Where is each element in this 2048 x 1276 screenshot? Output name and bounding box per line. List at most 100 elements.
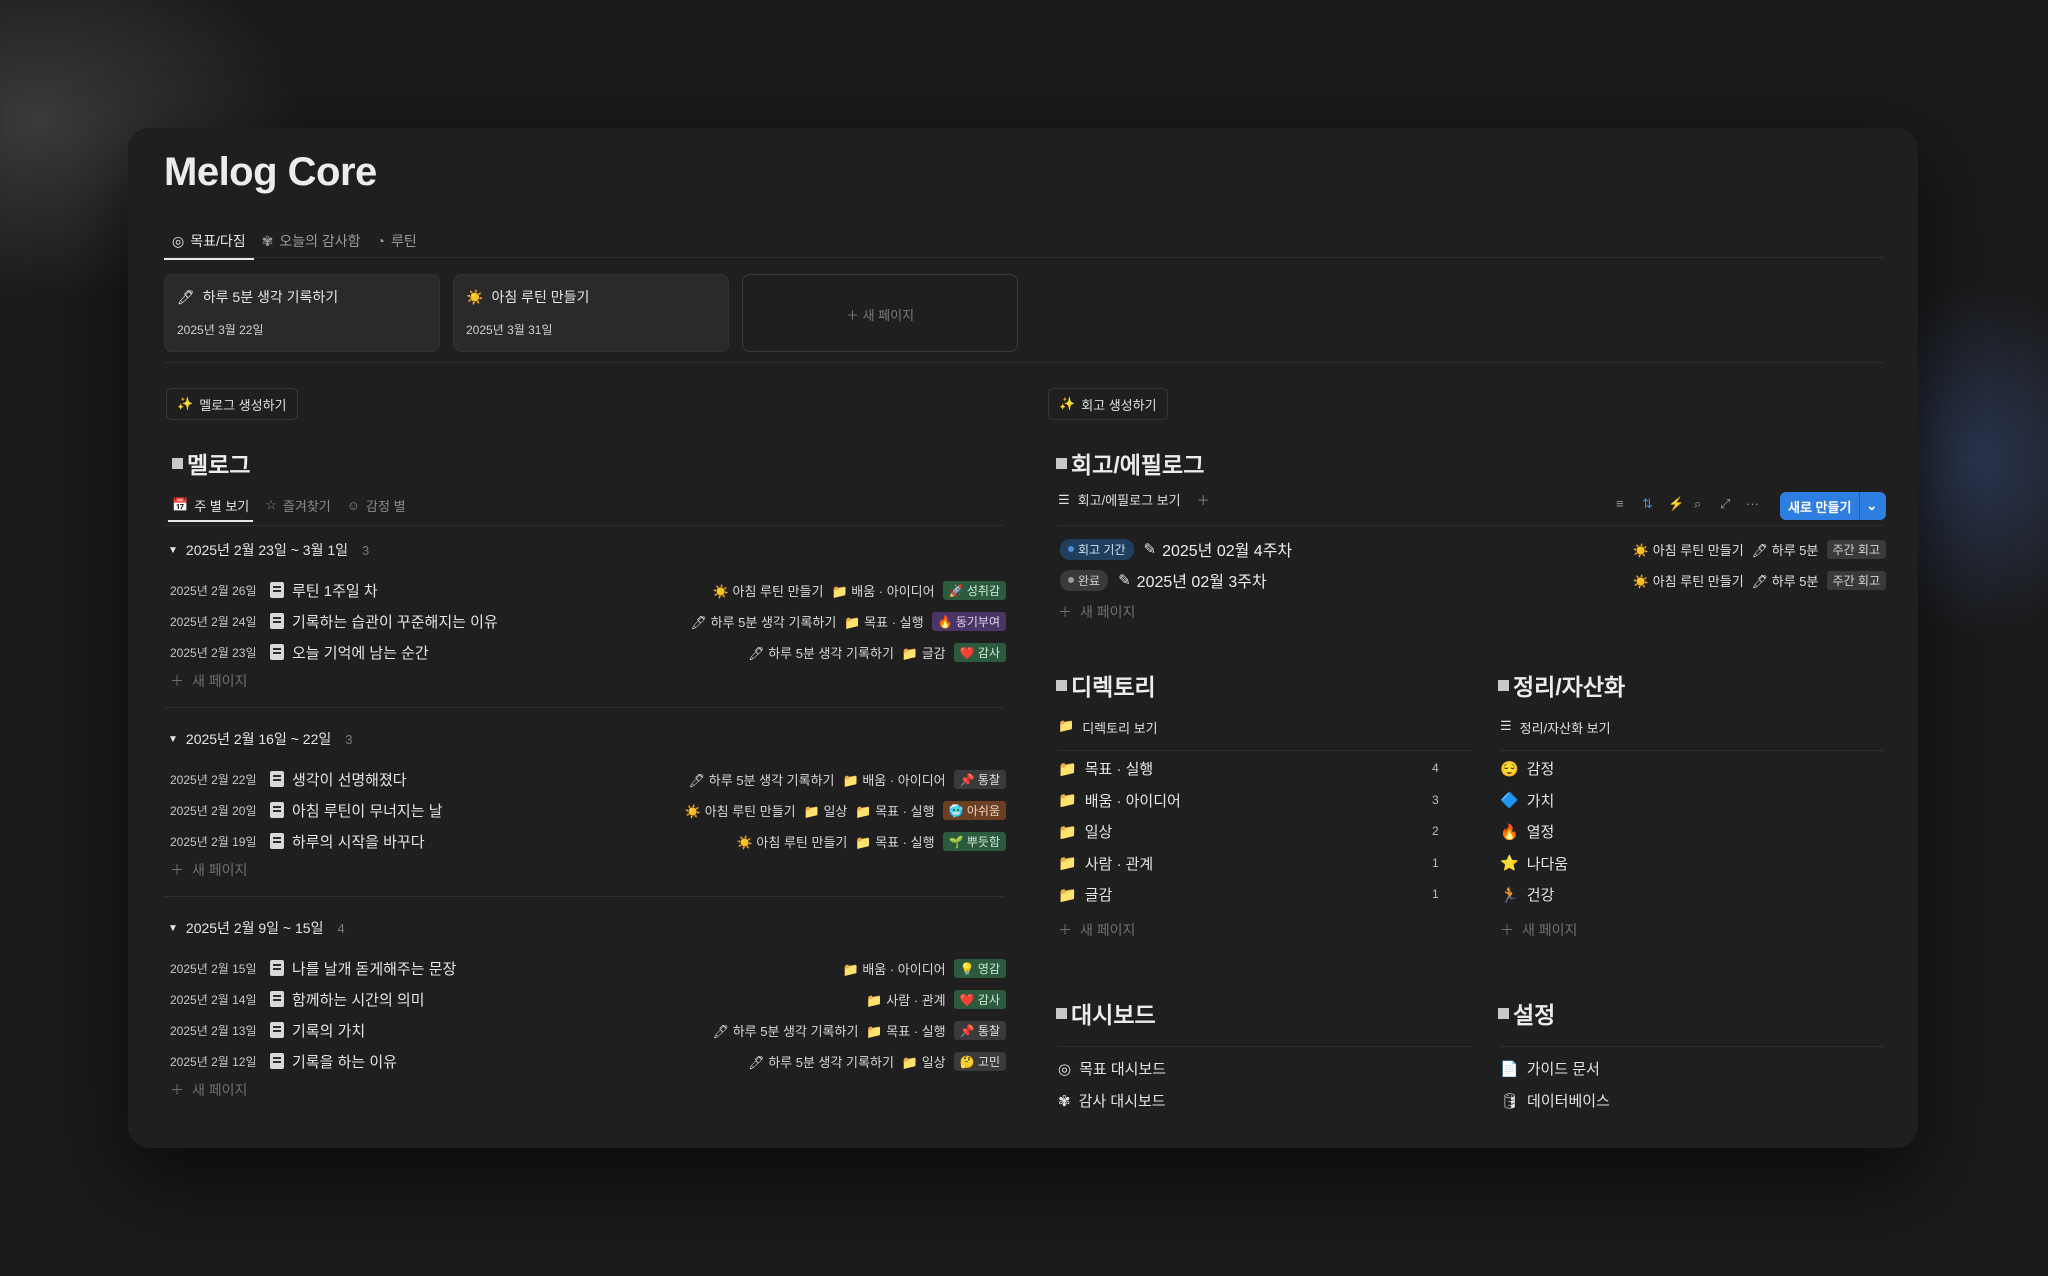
- directory-view-tab[interactable]: 📁 디렉토리 보기: [1058, 718, 1158, 737]
- caret-down-icon[interactable]: ▼: [168, 734, 178, 745]
- table-row[interactable]: 2025년 2월 14일 함께하는 시간의 의미 📁 사람 · 관계 ❤️ 감사: [170, 985, 1006, 1013]
- directory-relation[interactable]: 📁 배움 · 아이디어: [831, 581, 934, 600]
- generate-retro-button[interactable]: ✨ 회고 생성하기: [1048, 388, 1168, 420]
- caret-down-icon[interactable]: ▼: [168, 923, 178, 934]
- emotion-tag: 💡 영감: [953, 958, 1006, 978]
- goal-card[interactable]: ☀️ 아침 루틴 만들기 2025년 3월 31일: [453, 274, 729, 352]
- directory-relation[interactable]: 📁 일상: [804, 801, 848, 820]
- caret-down-icon[interactable]: ▼: [168, 545, 178, 556]
- table-row[interactable]: 2025년 2월 23일 오늘 기억에 남는 순간 🖊 하루 5분 생각 기록하기 📁…: [170, 638, 1006, 666]
- more-icon[interactable]: ···: [1746, 496, 1759, 511]
- directory-relation[interactable]: 📁 일상: [902, 1052, 946, 1071]
- new-page-button[interactable]: ＋ 새 페이지: [170, 1080, 247, 1100]
- directory-item[interactable]: 📁 배움 · 아이디어: [1058, 790, 1181, 811]
- goal-relation[interactable]: 🖊 하루 5분: [1752, 571, 1819, 590]
- new-retro-button[interactable]: 새로 만들기 ⌄: [1780, 492, 1886, 520]
- directory-relation[interactable]: 📁 글감: [902, 643, 946, 662]
- goal-relation[interactable]: 🖊 하루 5분 생각 기록하기: [689, 770, 835, 789]
- new-page-button[interactable]: ＋ 새 페이지: [1500, 920, 1577, 940]
- directory-item[interactable]: 📁 글감: [1058, 884, 1112, 905]
- goal-relation[interactable]: ☀️ 아침 루틴 만들기: [1633, 571, 1744, 590]
- divider: [164, 896, 1004, 897]
- settings-link-guide[interactable]: 📄 가이드 문서: [1500, 1058, 1600, 1079]
- goal-relation[interactable]: 🖊 하루 5분: [1752, 540, 1819, 559]
- group-header[interactable]: ▼ 2025년 2월 16일 ~ 22일 3: [168, 729, 352, 749]
- view-tab-favorites[interactable]: ☆ 즐겨찾기: [261, 490, 335, 520]
- directory-item[interactable]: 📁 목표 · 실행: [1058, 758, 1153, 779]
- goal-card[interactable]: 🖊 하루 5분 생각 기록하기 2025년 3월 22일: [164, 274, 440, 352]
- add-view-icon[interactable]: ＋: [1197, 490, 1210, 509]
- new-page-button[interactable]: ＋ 새 페이지: [1058, 602, 1135, 622]
- row-title: 함께하는 시간의 의미: [292, 991, 425, 1009]
- table-row[interactable]: 회고 기간 ✎ 2025년 02월 4주차 ☀️ 아침 루틴 만들기 🖊 하루 5분 주간…: [1060, 536, 1886, 562]
- row-properties: ☀️ 아침 루틴 만들기 📁 목표 · 실행 🌱 뿌듯함: [737, 831, 1006, 851]
- goal-relation[interactable]: ☀️ 아침 루틴 만들기: [737, 832, 848, 851]
- asset-item[interactable]: 😌 감정: [1500, 758, 1554, 779]
- group-count: 4: [337, 920, 345, 936]
- plus-icon: ＋: [845, 308, 863, 323]
- routine-icon: ◔: [376, 233, 386, 249]
- goal-relation[interactable]: 🖊 하루 5분 생각 기록하기: [748, 1052, 894, 1071]
- page-icon: [270, 582, 284, 598]
- tab-routine[interactable]: ◔ 루틴: [369, 224, 425, 258]
- sort-icon[interactable]: ⇅: [1642, 496, 1653, 512]
- filter-icon[interactable]: ≡: [1616, 496, 1624, 511]
- new-page-label: 새 페이지: [192, 1082, 248, 1098]
- directory-relation[interactable]: 📁 배움 · 아이디어: [843, 770, 946, 789]
- page-icon: [270, 644, 284, 660]
- directory-item[interactable]: 📁 일상: [1058, 821, 1112, 842]
- goal-relation[interactable]: 🖊 하루 5분 생각 기록하기: [713, 1021, 859, 1040]
- row-properties: ☀️ 아침 루틴 만들기 📁 배움 · 아이디어 🚀 성취감: [713, 580, 1006, 600]
- tab-gratitude[interactable]: ✾ 오늘의 감사함: [254, 224, 369, 258]
- table-row[interactable]: 2025년 2월 24일 기록하는 습관이 꾸준해지는 이유 🖊 하루 5분 생각 …: [170, 607, 1006, 635]
- divider: [164, 257, 1884, 258]
- automation-icon[interactable]: ⚡: [1668, 496, 1684, 512]
- plus-icon: ＋: [1500, 922, 1514, 938]
- table-row[interactable]: 2025년 2월 12일 기록을 하는 이유 🖊 하루 5분 생각 기록하기 📁 일상…: [170, 1047, 1006, 1075]
- assets-view-tab[interactable]: ☰ 정리/자산화 보기: [1500, 718, 1611, 737]
- directory-relation[interactable]: 📁 사람 · 관계: [866, 990, 945, 1009]
- new-page-button[interactable]: ＋ 새 페이지: [1058, 920, 1135, 940]
- tab-goals[interactable]: ◎ 목표/다짐: [164, 224, 254, 260]
- asset-item[interactable]: 🏃 건강: [1500, 884, 1554, 905]
- goal-relation[interactable]: ☀️ 아침 루틴 만들기: [685, 801, 796, 820]
- directory-item[interactable]: 📁 사람 · 관계: [1058, 853, 1153, 874]
- new-page-button[interactable]: ＋ 새 페이지: [170, 860, 247, 880]
- folder-icon: 📁: [866, 1023, 887, 1039]
- table-row[interactable]: 완료 ✎ 2025년 02월 3주차 ☀️ 아침 루틴 만들기 🖊 하루 5분 주간 회고: [1060, 567, 1886, 593]
- asset-item[interactable]: 🔷 가치: [1500, 790, 1554, 811]
- emotion-tag: 🚀 성취감: [942, 580, 1006, 600]
- chevron-down-icon[interactable]: ⌄: [1859, 492, 1883, 520]
- new-goal-card[interactable]: ＋ 새 페이지: [742, 274, 1018, 352]
- asset-item[interactable]: 🔥 열정: [1500, 821, 1554, 842]
- new-page-button[interactable]: ＋ 새 페이지: [170, 671, 247, 691]
- dashboard-link-goals[interactable]: ◎ 목표 대시보드: [1058, 1058, 1166, 1079]
- group-header[interactable]: ▼ 2025년 2월 9일 ~ 15일 4: [168, 918, 345, 938]
- settings-link-database[interactable]: 🛢 데이터베이스: [1500, 1090, 1610, 1111]
- row-date: 2025년 2월 23일: [170, 645, 257, 660]
- goal-relation[interactable]: 🖊 하루 5분 생각 기록하기: [748, 643, 894, 662]
- table-row[interactable]: 2025년 2월 13일 기록의 가치 🖊 하루 5분 생각 기록하기 📁 목표 · …: [170, 1016, 1006, 1044]
- view-tab-weekly[interactable]: 📅 주 별 보기: [168, 490, 254, 522]
- table-row[interactable]: 2025년 2월 26일 루틴 1주일 차 ☀️ 아침 루틴 만들기 📁 배움 · 아…: [170, 576, 1006, 604]
- directory-relation[interactable]: 📁 목표 · 실행: [855, 801, 934, 820]
- goal-relation[interactable]: 🖊 하루 5분 생각 기록하기: [691, 612, 837, 631]
- generate-melog-button[interactable]: ✨ 멜로그 생성하기: [166, 388, 298, 420]
- retro-view-tab[interactable]: ☰ 회고/에필로그 보기 ＋: [1058, 490, 1210, 509]
- directory-relation[interactable]: 📁 목표 · 실행: [844, 612, 923, 631]
- directory-relation[interactable]: 📁 목표 · 실행: [866, 1021, 945, 1040]
- goal-relation[interactable]: ☀️ 아침 루틴 만들기: [713, 581, 824, 600]
- asset-item[interactable]: ⭐ 나다움: [1500, 853, 1568, 874]
- group-header[interactable]: ▼ 2025년 2월 23일 ~ 3월 1일 3: [168, 540, 369, 560]
- directory-relation[interactable]: 📁 배움 · 아이디어: [843, 959, 946, 978]
- directory-relation[interactable]: 📁 목표 · 실행: [855, 832, 934, 851]
- goal-relation[interactable]: ☀️ 아침 루틴 만들기: [1633, 540, 1744, 559]
- table-row[interactable]: 2025년 2월 20일 아침 루틴이 무너지는 날 ☀️ 아침 루틴 만들기 📁 일…: [170, 796, 1006, 824]
- table-row[interactable]: 2025년 2월 15일 나를 날개 돋게해주는 문장 📁 배움 · 아이디어 💡 영…: [170, 954, 1006, 982]
- dashboard-link-gratitude[interactable]: ✾ 감사 대시보드: [1058, 1090, 1166, 1111]
- search-icon[interactable]: ⌕: [1694, 496, 1701, 512]
- table-row[interactable]: 2025년 2월 22일 생각이 선명해졌다 🖊 하루 5분 생각 기록하기 📁 배움…: [170, 765, 1006, 793]
- expand-icon[interactable]: ⤢: [1720, 496, 1730, 512]
- view-tab-emotion[interactable]: ☺ 감정 별: [343, 490, 410, 520]
- table-row[interactable]: 2025년 2월 19일 하루의 시작을 바꾸다 ☀️ 아침 루틴 만들기 📁 목표 …: [170, 827, 1006, 855]
